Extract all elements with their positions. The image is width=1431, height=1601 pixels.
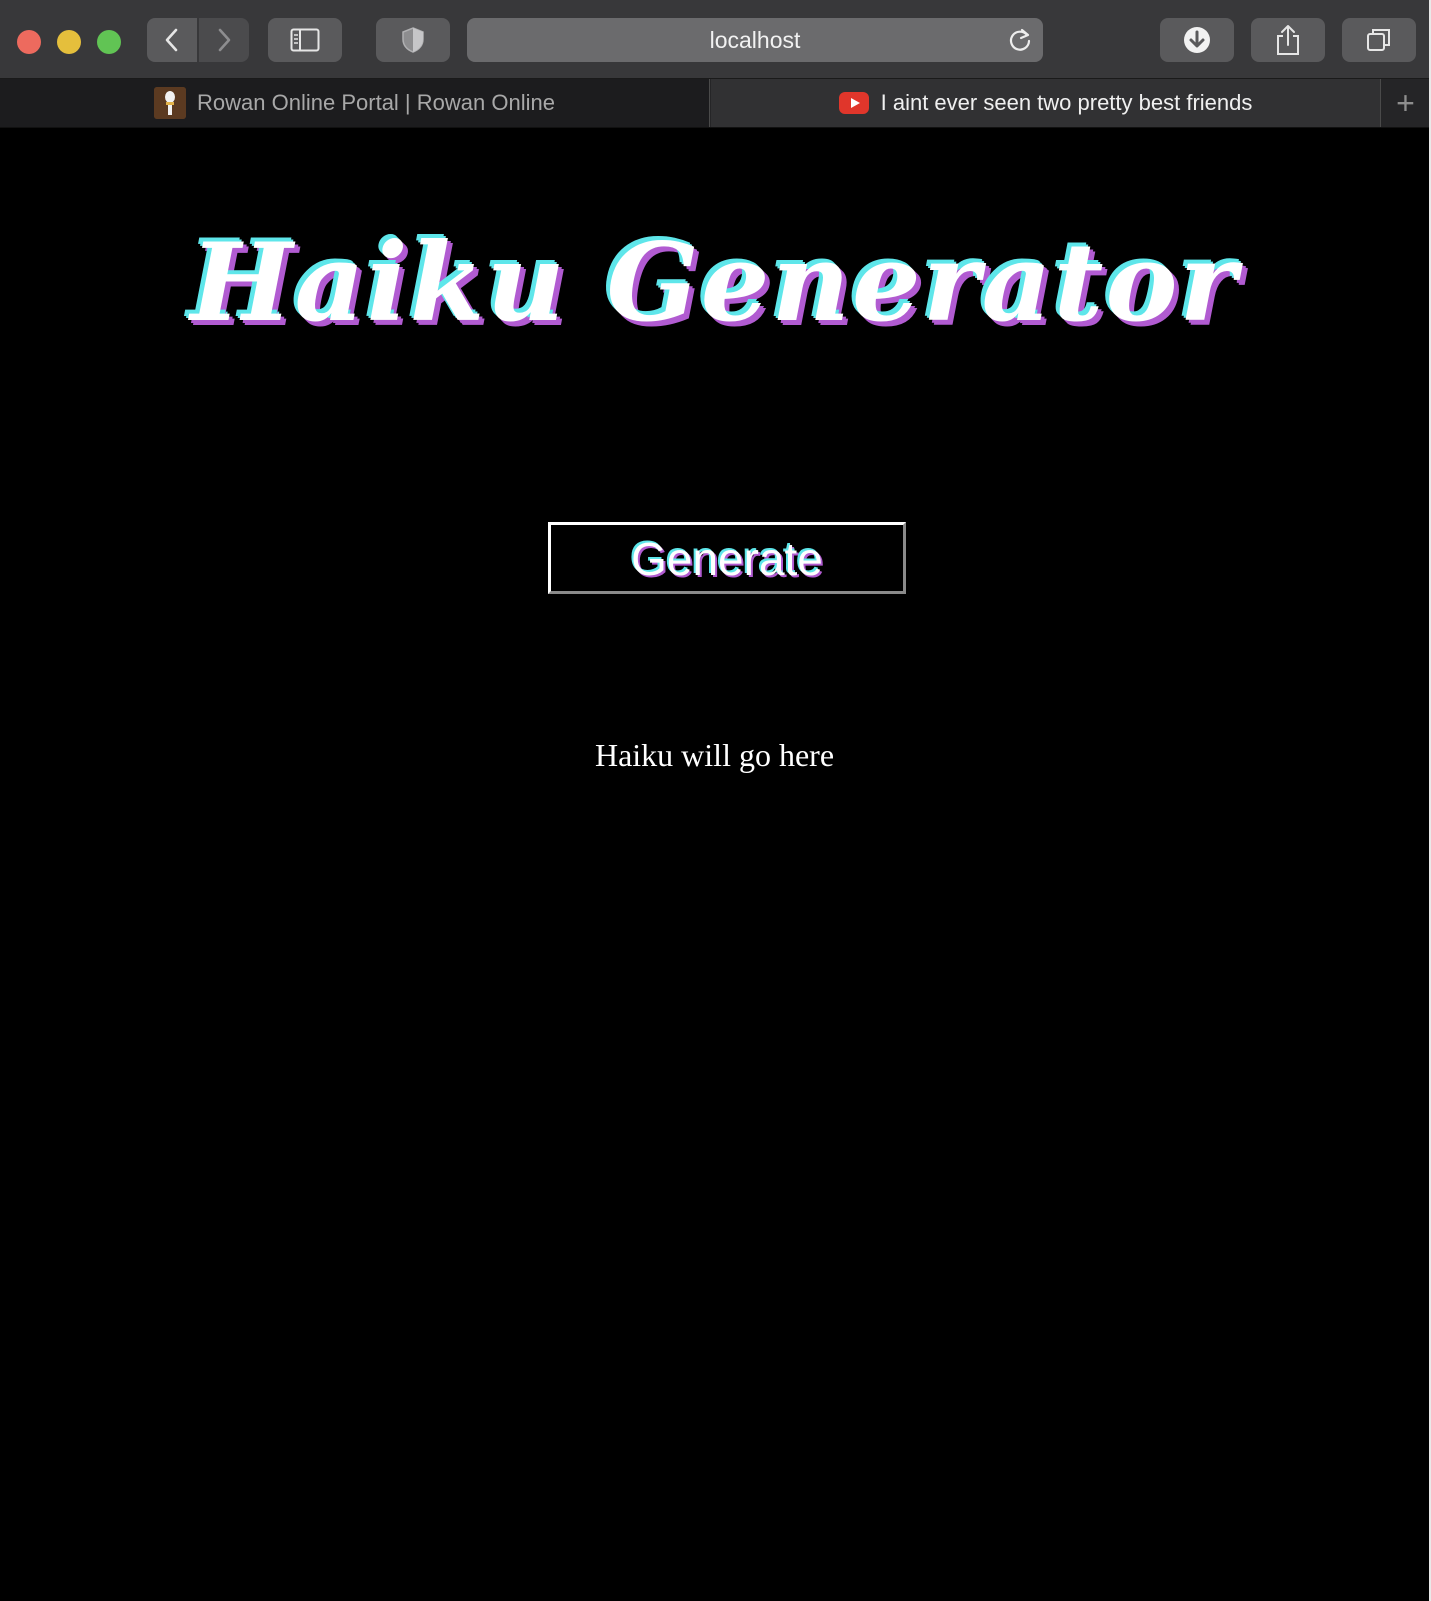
tab-rowan-online[interactable]: Rowan Online Portal | Rowan Online: [0, 79, 710, 127]
downloads-button[interactable]: [1160, 18, 1234, 62]
generate-button[interactable]: Generate: [548, 522, 906, 594]
close-window-button[interactable]: [17, 30, 41, 54]
back-button[interactable]: [147, 18, 197, 62]
new-tab-button[interactable]: +: [1382, 79, 1429, 127]
download-icon: [1184, 27, 1210, 53]
shield-icon: [402, 27, 424, 53]
haiku-output: Haiku will go here: [594, 737, 835, 773]
chevron-left-icon: [165, 28, 178, 52]
forward-button[interactable]: [199, 18, 249, 62]
browser-window: localhost Rowan Online Portal | Rowan On…: [0, 0, 1431, 1601]
chevron-right-icon: [218, 28, 231, 52]
share-icon: [1277, 25, 1299, 55]
sidebar-toggle-button[interactable]: [268, 18, 342, 62]
tab-label: Rowan Online Portal | Rowan Online: [197, 90, 555, 115]
privacy-report-button[interactable]: [376, 18, 450, 62]
browser-toolbar: localhost: [0, 0, 1429, 79]
page-title: Haiku Generator: [190, 220, 1239, 346]
reload-icon[interactable]: [1007, 27, 1033, 53]
sidebar-icon: [290, 28, 320, 52]
plus-icon: +: [1396, 84, 1415, 121]
address-bar[interactable]: localhost: [467, 18, 1043, 62]
tab-overview-icon: [1367, 29, 1390, 51]
tab-youtube[interactable]: I aint ever seen two pretty best friends: [711, 79, 1381, 127]
tab-overview-button[interactable]: [1342, 18, 1416, 62]
address-text: localhost: [709, 27, 801, 53]
share-button[interactable]: [1251, 18, 1325, 62]
page-content: Haiku Generator Generate Haiku will go h…: [0, 128, 1429, 1601]
tab-label: I aint ever seen two pretty best friends: [880, 90, 1253, 115]
tab-bar: Rowan Online Portal | Rowan Online I ain…: [0, 79, 1429, 128]
youtube-icon: [838, 92, 869, 114]
maximize-window-button[interactable]: [97, 30, 121, 54]
rowan-torch-icon: [154, 87, 187, 119]
minimize-window-button[interactable]: [57, 30, 81, 54]
